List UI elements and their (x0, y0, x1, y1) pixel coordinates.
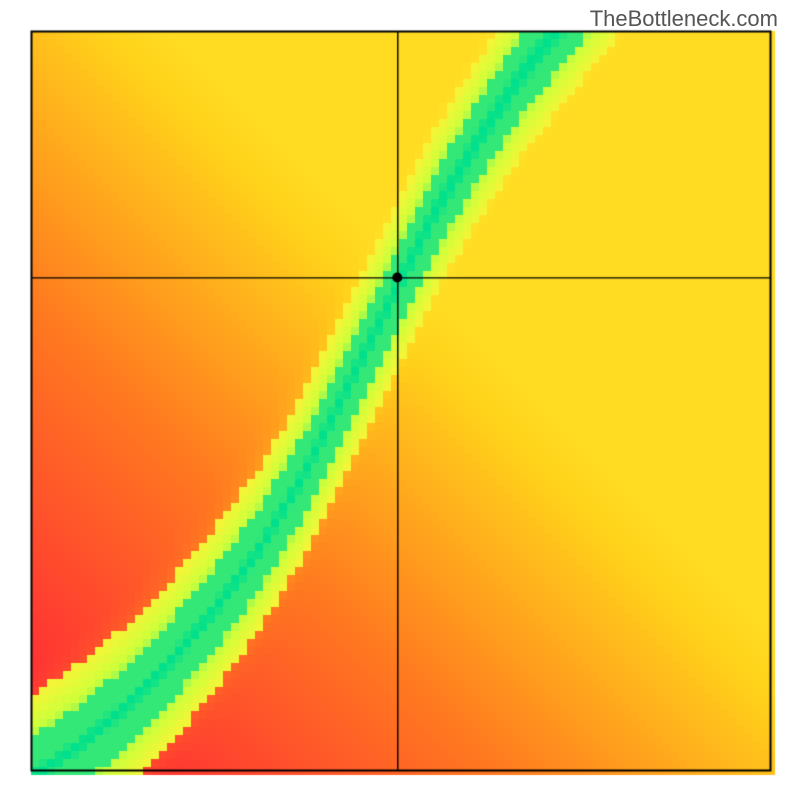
bottleneck-heatmap (0, 0, 800, 800)
watermark: TheBottleneck.com (590, 6, 778, 32)
chart-container: TheBottleneck.com (0, 0, 800, 800)
